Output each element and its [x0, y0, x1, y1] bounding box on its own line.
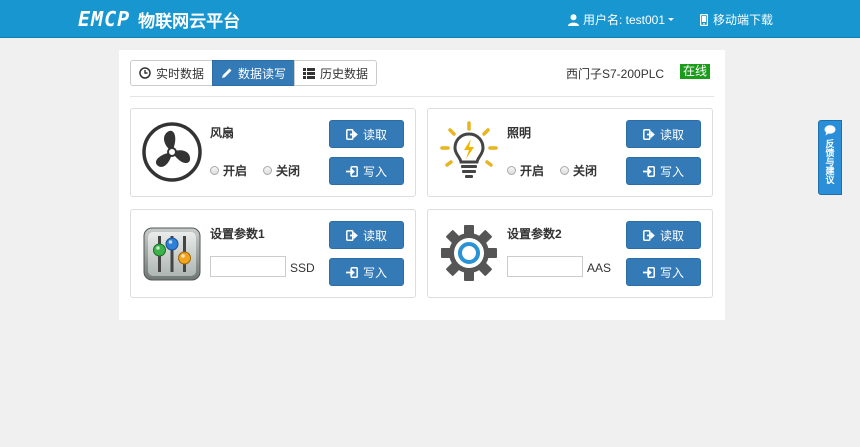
mobile-download-link[interactable]: 移动端下载: [700, 11, 773, 28]
button-label: 写入: [659, 265, 684, 280]
fan-off-radio[interactable]: [263, 166, 273, 175]
param1-write-button[interactable]: 写入: [329, 258, 404, 286]
chat-icon: [824, 125, 836, 136]
button-label: 读取: [362, 228, 387, 243]
tab-history-data[interactable]: 历史数据: [294, 60, 378, 86]
mixer-icon: [141, 222, 203, 284]
card-title: 照明: [507, 126, 532, 140]
fan-on-radio[interactable]: [210, 166, 219, 175]
radio-label: 开启: [223, 164, 248, 178]
tab-label: 数据读写: [238, 66, 287, 81]
view-tabs: 实时数据 数据读写 历史数据: [130, 60, 378, 86]
lighting-switch-options: 开启 关闭: [507, 162, 613, 179]
radio-label: 开启: [520, 164, 545, 178]
lightbulb-icon: [438, 121, 500, 183]
button-label: 写入: [659, 164, 684, 179]
param2-input[interactable]: [507, 256, 583, 277]
brand-logo: EMCP: [78, 7, 131, 31]
button-label: 读取: [659, 228, 684, 243]
button-label: 写入: [362, 265, 387, 280]
fan-icon: [141, 121, 203, 183]
feedback-tab[interactable]: 反馈与建议: [818, 120, 842, 195]
user-label: 用户名: test001: [583, 13, 666, 27]
param1-read-button[interactable]: 读取: [329, 221, 404, 249]
sign-out-icon: [643, 128, 655, 140]
card-title: 风扇: [210, 126, 235, 140]
button-label: 写入: [362, 164, 387, 179]
param2-unit: AAS: [587, 261, 612, 275]
lighting-write-button[interactable]: 写入: [626, 157, 701, 185]
mobile-phone-icon: [700, 13, 708, 26]
lighting-on-radio[interactable]: [507, 166, 516, 175]
divider: [130, 96, 714, 97]
sign-out-icon: [346, 229, 358, 241]
card-title: 设置参数1: [210, 227, 265, 241]
user-menu[interactable]: 用户名: test001: [568, 11, 675, 28]
button-label: 读取: [362, 127, 387, 142]
brand[interactable]: EMCP 物联网云平台: [78, 7, 241, 32]
lighting-card: 照明 开启 关闭 读取 写入: [427, 108, 713, 197]
tab-label: 历史数据: [320, 66, 369, 81]
platform-name: 物联网云平台: [138, 11, 241, 32]
param2-write-button[interactable]: 写入: [626, 258, 701, 286]
fan-read-button[interactable]: 读取: [329, 120, 404, 148]
mobile-download-label: 移动端下载: [713, 13, 774, 27]
sign-in-icon: [345, 165, 358, 177]
fan-write-button[interactable]: 写入: [329, 157, 404, 185]
top-navbar: EMCP 物联网云平台 用户名: test001 移动端下载: [0, 0, 860, 38]
clock-icon: [139, 67, 151, 79]
sign-in-icon: [642, 165, 655, 177]
fan-card: 风扇 开启 关闭 读取 写入: [130, 108, 416, 197]
lighting-read-button[interactable]: 读取: [626, 120, 701, 148]
tab-label: 实时数据: [156, 66, 205, 81]
button-label: 读取: [659, 127, 684, 142]
param1-card: 设置参数1 SSD 读取 写入: [130, 209, 416, 298]
lighting-off-radio[interactable]: [560, 166, 570, 175]
radio-label: 关闭: [573, 164, 598, 178]
sign-out-icon: [643, 229, 655, 241]
param2-read-button[interactable]: 读取: [626, 221, 701, 249]
tab-data-read-write[interactable]: 数据读写: [212, 60, 296, 86]
pencil-icon: [222, 68, 232, 78]
tab-realtime-data[interactable]: 实时数据: [130, 60, 214, 86]
sign-in-icon: [345, 266, 358, 278]
device-name: 西门子S7-200PLC: [566, 67, 665, 81]
user-icon: [568, 13, 579, 26]
param2-card: 设置参数2 AAS 读取 写入: [427, 209, 713, 298]
list-icon: [303, 67, 316, 79]
card-title: 设置参数2: [507, 227, 562, 241]
fan-switch-options: 开启 关闭: [210, 162, 316, 179]
radio-label: 关闭: [276, 164, 301, 178]
param1-unit: SSD: [290, 261, 315, 275]
main-panel: 实时数据 数据读写 历史数据 西门子S7-200PLC 在线 风扇 开启 关闭 …: [119, 50, 725, 320]
param1-input[interactable]: [210, 256, 286, 277]
feedback-label: 反馈与建议: [824, 139, 835, 184]
gear-icon: [438, 222, 500, 284]
sign-out-icon: [346, 128, 358, 140]
status-badge: 在线: [680, 64, 711, 79]
chevron-down-icon: [668, 18, 675, 21]
sign-in-icon: [642, 266, 655, 278]
